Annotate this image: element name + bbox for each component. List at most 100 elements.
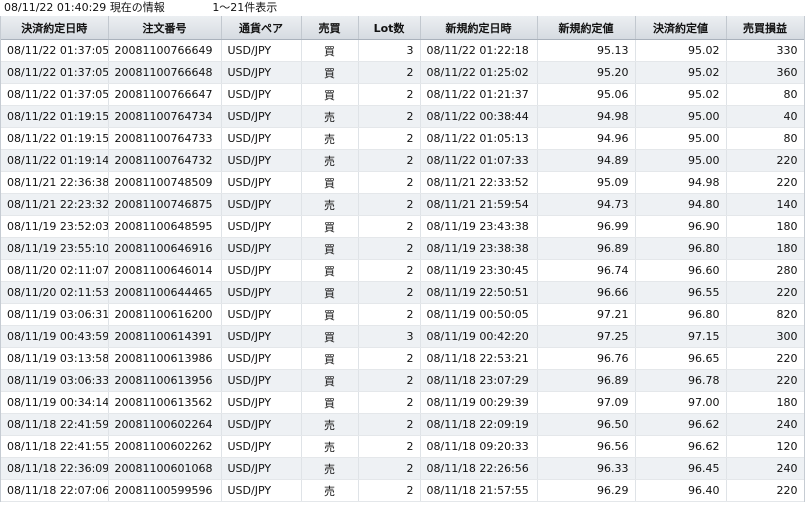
cell-profit-loss: 220 xyxy=(726,369,804,392)
cell-order-number: 20081100616200 xyxy=(108,303,222,326)
cell-profit-loss: 220 xyxy=(726,347,804,370)
cell-open-datetime: 08/11/19 22:50:51 xyxy=(420,281,538,304)
cell-lot-count: 2 xyxy=(358,435,421,458)
cell-lot-count: 2 xyxy=(358,281,421,304)
cell-lot-count: 2 xyxy=(358,479,421,502)
cell-open-datetime: 08/11/18 22:26:56 xyxy=(420,457,538,480)
cell-settlement-datetime: 08/11/21 22:23:32 xyxy=(1,193,109,216)
cell-currency-pair: USD/JPY xyxy=(221,479,302,502)
table-row[interactable]: 08/11/22 01:19:15 20081100764733 USD/JPY 売 2… xyxy=(1,127,804,150)
table-row[interactable]: 08/11/19 03:06:31 20081100616200 USD/JPY 買 2… xyxy=(1,303,804,326)
cell-currency-pair: USD/JPY xyxy=(221,413,302,436)
cell-lot-count: 2 xyxy=(358,149,421,172)
cell-open-price: 96.74 xyxy=(537,259,636,282)
table-row[interactable]: 08/11/18 22:41:55 20081100602262 USD/JPY 売 2… xyxy=(1,435,804,458)
cell-profit-loss: 220 xyxy=(726,479,804,502)
cell-order-number: 20081100614391 xyxy=(108,325,222,348)
cell-lot-count: 2 xyxy=(358,61,421,84)
table-row[interactable]: 08/11/18 22:36:09 20081100601068 USD/JPY 売 2… xyxy=(1,457,804,480)
header-settlement-datetime[interactable]: 決済約定日時 xyxy=(1,16,109,40)
table-row[interactable]: 08/11/19 00:34:14 20081100613562 USD/JPY 買 2… xyxy=(1,391,804,414)
cell-lot-count: 2 xyxy=(358,347,421,370)
cell-open-price: 95.20 xyxy=(537,61,636,84)
cell-settlement-datetime: 08/11/19 23:52:03 xyxy=(1,215,109,238)
cell-profit-loss: 80 xyxy=(726,83,804,106)
cell-settlement-price: 96.62 xyxy=(635,413,727,436)
header-currency-pair[interactable]: 通貨ペア xyxy=(221,16,302,40)
cell-settlement-datetime: 08/11/19 00:43:59 xyxy=(1,325,109,348)
cell-open-price: 94.96 xyxy=(537,127,636,150)
cell-order-number: 20081100746875 xyxy=(108,193,222,216)
cell-currency-pair: USD/JPY xyxy=(221,171,302,194)
cell-currency-pair: USD/JPY xyxy=(221,83,302,106)
table-row[interactable]: 08/11/20 02:11:53 20081100644465 USD/JPY 買 2… xyxy=(1,281,804,304)
cell-order-number: 20081100764733 xyxy=(108,127,222,150)
cell-open-datetime: 08/11/22 01:07:33 xyxy=(420,149,538,172)
cell-open-price: 97.25 xyxy=(537,325,636,348)
cell-currency-pair: USD/JPY xyxy=(221,303,302,326)
cell-lot-count: 3 xyxy=(358,325,421,348)
cell-lot-count: 2 xyxy=(358,105,421,128)
table-row[interactable]: 08/11/21 22:36:38 20081100748509 USD/JPY 買 2… xyxy=(1,171,804,194)
cell-open-price: 96.56 xyxy=(537,435,636,458)
cell-order-number: 20081100613986 xyxy=(108,347,222,370)
cell-currency-pair: USD/JPY xyxy=(221,105,302,128)
header-settlement-price[interactable]: 決済約定値 xyxy=(635,16,727,40)
cell-profit-loss: 220 xyxy=(726,171,804,194)
cell-settlement-datetime: 08/11/21 22:36:38 xyxy=(1,171,109,194)
cell-currency-pair: USD/JPY xyxy=(221,193,302,216)
header-order-number[interactable]: 注文番号 xyxy=(108,16,222,40)
table-row[interactable]: 08/11/20 02:11:07 20081100646014 USD/JPY 買 2… xyxy=(1,259,804,282)
table-row[interactable]: 08/11/19 23:55:10 20081100646916 USD/JPY 買 2… xyxy=(1,237,804,260)
table-row[interactable]: 08/11/18 22:07:06 20081100599596 USD/JPY 売 2… xyxy=(1,479,804,502)
table-row[interactable]: 08/11/22 01:37:05 20081100766649 USD/JPY 買 3… xyxy=(1,39,804,62)
status-label: 現在の情報 xyxy=(109,1,165,14)
cell-open-price: 95.09 xyxy=(537,171,636,194)
table-row[interactable]: 08/11/19 03:06:33 20081100613956 USD/JPY 買 2… xyxy=(1,369,804,392)
table-row[interactable]: 08/11/19 03:13:58 20081100613986 USD/JPY 買 2… xyxy=(1,347,804,370)
cell-side: 買 xyxy=(301,303,359,326)
table-row[interactable]: 08/11/22 01:37:05 20081100766647 USD/JPY 買 2… xyxy=(1,83,804,106)
cell-side: 買 xyxy=(301,369,359,392)
cell-order-number: 20081100646916 xyxy=(108,237,222,260)
header-profit-loss[interactable]: 売買損益 xyxy=(726,16,804,40)
table-row[interactable]: 08/11/22 01:19:15 20081100764734 USD/JPY 売 2… xyxy=(1,105,804,128)
cell-open-price: 96.99 xyxy=(537,215,636,238)
cell-lot-count: 2 xyxy=(358,127,421,150)
status-bar: 08/11/22 01:40:29 現在の情報 1～21件表示 xyxy=(0,0,807,16)
cell-settlement-price: 96.90 xyxy=(635,215,727,238)
cell-order-number: 20081100601068 xyxy=(108,457,222,480)
cell-profit-loss: 180 xyxy=(726,237,804,260)
cell-order-number: 20081100602264 xyxy=(108,413,222,436)
cell-currency-pair: USD/JPY xyxy=(221,435,302,458)
cell-profit-loss: 140 xyxy=(726,193,804,216)
cell-profit-loss: 40 xyxy=(726,105,804,128)
cell-settlement-price: 94.80 xyxy=(635,193,727,216)
cell-open-datetime: 08/11/22 01:05:13 xyxy=(420,127,538,150)
cell-settlement-price: 95.00 xyxy=(635,149,727,172)
cell-profit-loss: 180 xyxy=(726,215,804,238)
cell-open-price: 94.98 xyxy=(537,105,636,128)
header-open-datetime[interactable]: 新規約定日時 xyxy=(420,16,538,40)
cell-side: 買 xyxy=(301,325,359,348)
cell-settlement-datetime: 08/11/18 22:36:09 xyxy=(1,457,109,480)
table-row[interactable]: 08/11/19 23:52:03 20081100648595 USD/JPY 買 2… xyxy=(1,215,804,238)
cell-settlement-price: 96.60 xyxy=(635,259,727,282)
header-lot-count[interactable]: Lot数 xyxy=(358,16,421,40)
cell-currency-pair: USD/JPY xyxy=(221,127,302,150)
header-open-price[interactable]: 新規約定値 xyxy=(537,16,636,40)
cell-settlement-datetime: 08/11/22 01:19:15 xyxy=(1,105,109,128)
cell-currency-pair: USD/JPY xyxy=(221,281,302,304)
table-row[interactable]: 08/11/19 00:43:59 20081100614391 USD/JPY 買 3… xyxy=(1,325,804,348)
header-side[interactable]: 売買 xyxy=(301,16,359,40)
cell-lot-count: 2 xyxy=(358,391,421,414)
cell-side: 買 xyxy=(301,215,359,238)
table-row[interactable]: 08/11/22 01:19:14 20081100764732 USD/JPY 売 2… xyxy=(1,149,804,172)
cell-open-datetime: 08/11/19 23:43:38 xyxy=(420,215,538,238)
cell-order-number: 20081100766647 xyxy=(108,83,222,106)
cell-profit-loss: 80 xyxy=(726,127,804,150)
table-row[interactable]: 08/11/18 22:41:59 20081100602264 USD/JPY 売 2… xyxy=(1,413,804,436)
table-row[interactable]: 08/11/21 22:23:32 20081100746875 USD/JPY 売 2… xyxy=(1,193,804,216)
table-row[interactable]: 08/11/22 01:37:05 20081100766648 USD/JPY 買 2… xyxy=(1,61,804,84)
cell-settlement-price: 96.55 xyxy=(635,281,727,304)
